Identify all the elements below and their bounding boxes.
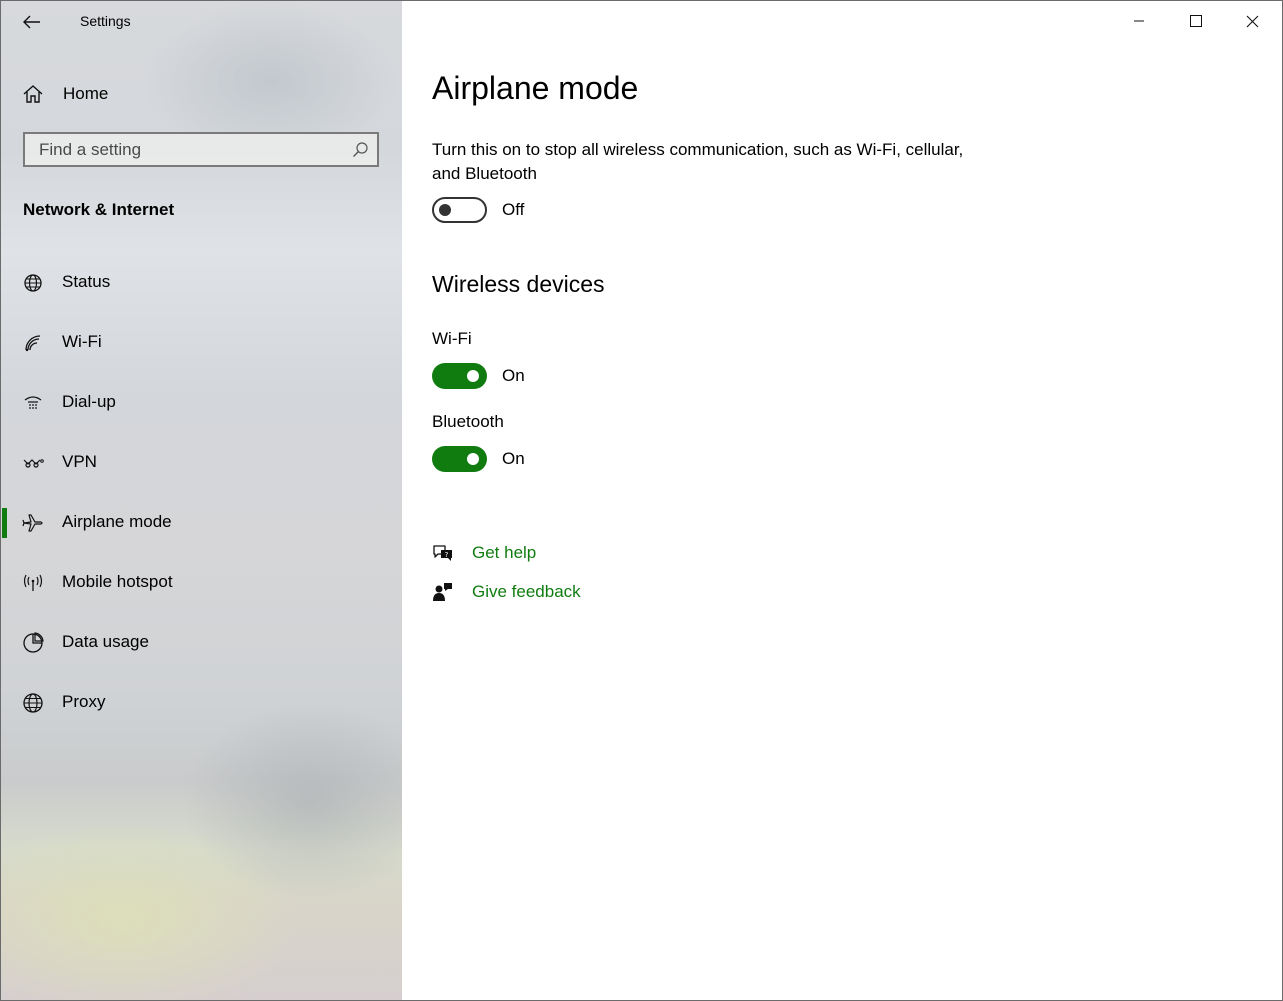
page-title: Airplane mode xyxy=(432,70,639,106)
back-arrow-icon xyxy=(23,15,40,29)
sidebar-item-home-label: Home xyxy=(63,84,109,103)
wifi-toggle[interactable] xyxy=(432,363,487,389)
minimize-icon xyxy=(1133,20,1144,22)
feedback-icon xyxy=(432,581,454,603)
back-button[interactable] xyxy=(15,7,49,37)
search-icon[interactable] xyxy=(352,141,369,158)
bluetooth-toggle[interactable] xyxy=(432,446,487,472)
wifi-icon xyxy=(22,332,44,354)
give-feedback-row[interactable]: Give feedback xyxy=(432,580,581,604)
sidebar-item-home[interactable]: Home xyxy=(22,79,382,109)
data-usage-icon xyxy=(22,632,44,654)
sidebar-item-dialup[interactable]: Dial-up xyxy=(2,380,402,426)
airplane-icon xyxy=(22,512,44,534)
sidebar-item-label: Proxy xyxy=(62,692,106,711)
home-icon xyxy=(23,85,43,103)
window-title: Settings xyxy=(80,13,131,29)
bluetooth-state: On xyxy=(502,449,525,468)
sidebar-item-status[interactable]: Status xyxy=(2,260,402,306)
page-description: Turn this on to stop all wireless commun… xyxy=(432,140,964,183)
sidebar-item-label: Wi-Fi xyxy=(62,332,102,351)
toggle-knob xyxy=(439,204,451,216)
selected-indicator xyxy=(2,508,7,538)
sidebar-item-vpn[interactable]: VPN xyxy=(2,440,402,486)
sidebar-item-proxy[interactable]: Proxy xyxy=(2,680,402,726)
get-help-link[interactable]: Get help xyxy=(472,543,536,563)
give-feedback-link[interactable]: Give feedback xyxy=(472,582,581,602)
wifi-setting-label: Wi-Fi xyxy=(432,329,472,348)
sidebar-item-label: VPN xyxy=(62,452,97,471)
airplane-mode-toggle[interactable] xyxy=(432,197,487,223)
sidebar-item-data-usage[interactable]: Data usage xyxy=(2,620,402,666)
toggle-knob xyxy=(467,370,479,382)
sidebar-item-label: Status xyxy=(62,272,111,291)
wifi-state: On xyxy=(502,366,525,385)
airplane-mode-toggle-row: Off xyxy=(432,197,524,223)
wifi-toggle-row: On xyxy=(432,363,525,389)
search-box[interactable] xyxy=(23,132,379,167)
wireless-devices-heading: Wireless devices xyxy=(432,271,605,297)
globe-status-icon xyxy=(22,272,44,294)
maximize-button[interactable] xyxy=(1167,1,1224,41)
settings-window: Settings Home Network & Internet xyxy=(0,0,1283,1001)
sidebar: Settings Home Network & Internet xyxy=(1,1,402,1000)
toggle-knob xyxy=(467,453,479,465)
bluetooth-toggle-row: On xyxy=(432,446,525,472)
sidebar-item-label: Airplane mode xyxy=(62,512,172,531)
section-title: Network & Internet xyxy=(23,200,175,219)
globe-icon xyxy=(22,692,44,714)
airplane-mode-state: Off xyxy=(502,200,525,219)
search-input[interactable] xyxy=(25,134,349,165)
sidebar-item-mobile-hotspot[interactable]: Mobile hotspot xyxy=(2,560,402,606)
svg-text:?: ? xyxy=(445,551,449,559)
close-icon xyxy=(1246,15,1259,27)
bluetooth-setting-label: Bluetooth xyxy=(432,412,504,431)
vpn-icon xyxy=(22,452,44,474)
close-button[interactable] xyxy=(1224,1,1281,41)
sidebar-item-label: Mobile hotspot xyxy=(62,572,173,591)
sidebar-item-airplane-mode[interactable]: Airplane mode xyxy=(2,500,402,546)
hotspot-icon xyxy=(22,572,44,594)
minimize-button[interactable] xyxy=(1110,1,1167,41)
help-chat-icon: ? xyxy=(432,542,454,564)
sidebar-item-wifi[interactable]: Wi-Fi xyxy=(2,320,402,366)
sidebar-item-label: Data usage xyxy=(62,632,149,651)
get-help-row[interactable]: ? Get help xyxy=(432,541,536,565)
maximize-icon xyxy=(1189,15,1202,27)
dialup-icon xyxy=(22,392,44,414)
sidebar-item-label: Dial-up xyxy=(62,392,116,411)
